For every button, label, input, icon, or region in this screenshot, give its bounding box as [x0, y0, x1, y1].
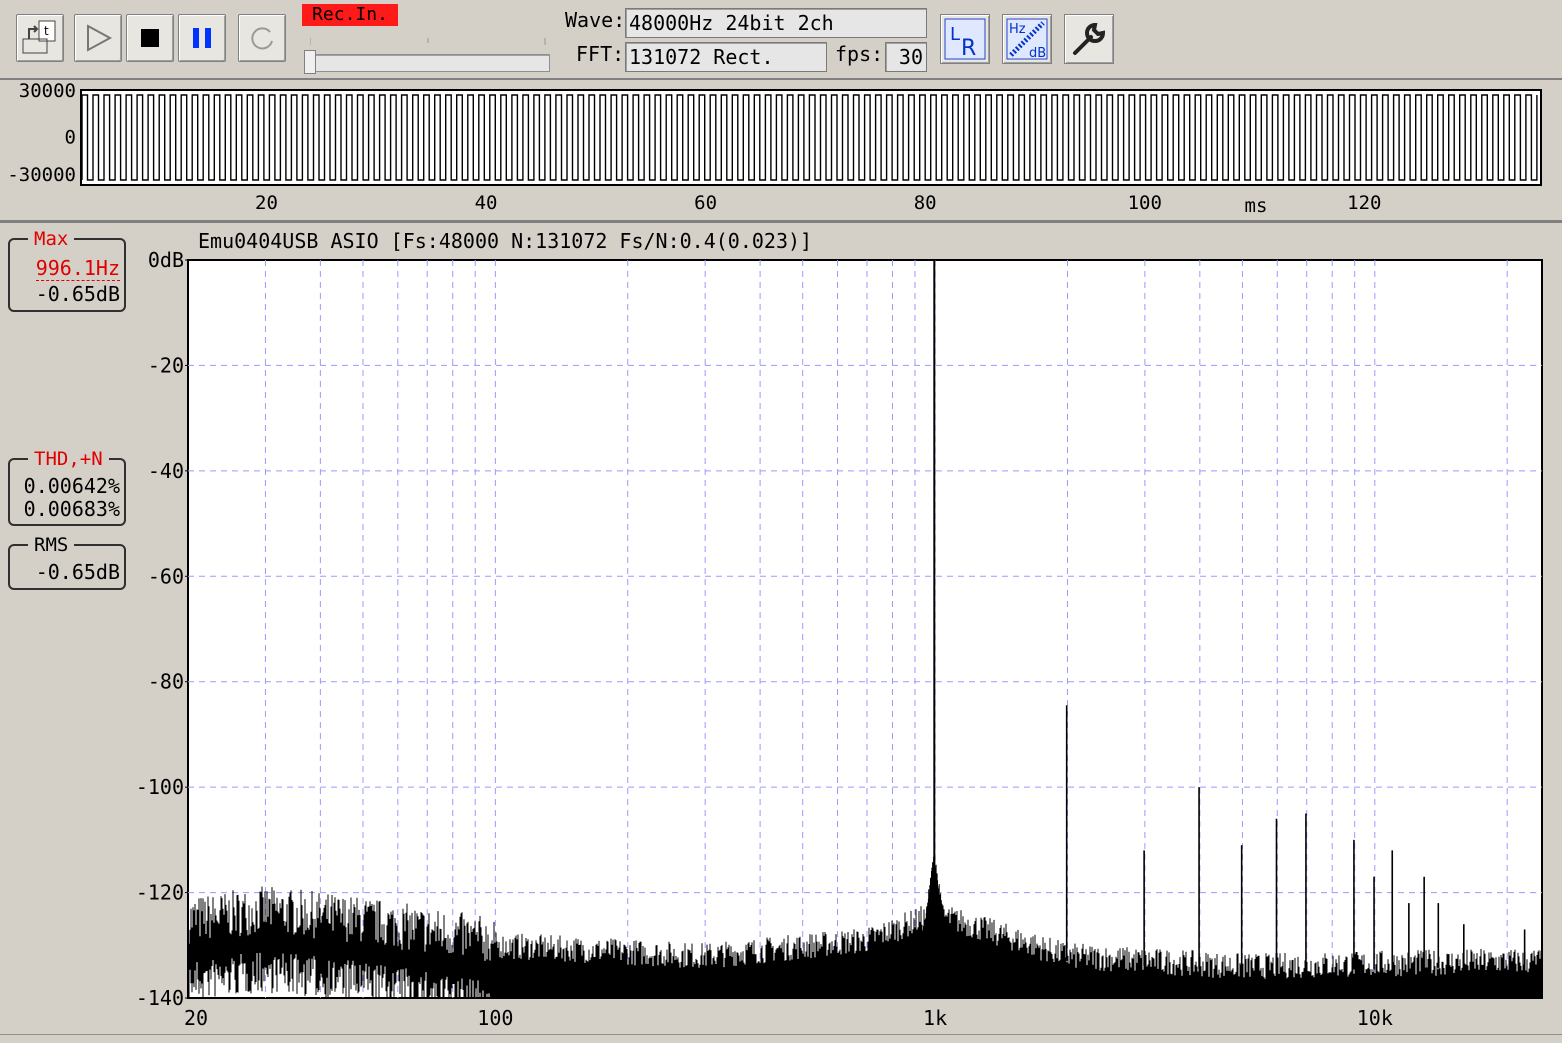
- spectrum-y-tick: -20: [148, 353, 184, 377]
- spectrum-y-tick: -120: [136, 881, 184, 905]
- spectrum-y-tick: -100: [136, 775, 184, 799]
- spectrum-y-tick: 0dB: [148, 248, 184, 272]
- spectrum-plot[interactable]: 0dB -20 -40 -60 -80 -100 -120 -140 20 100 1k 10k: [0, 0, 1562, 1042]
- spectrum-x-tick: 20: [184, 1006, 208, 1030]
- spectrum-x-tick: 10k: [1357, 1006, 1393, 1030]
- spectrum-x-tick: 1k: [923, 1006, 947, 1030]
- spectrum-x-tick: 100: [477, 1006, 513, 1030]
- spectrum-y-tick: -140: [136, 986, 184, 1010]
- spectrum-y-tick: -60: [148, 564, 184, 588]
- spectrum-frame: [187, 259, 1543, 999]
- spectrum-y-tick: -80: [148, 670, 184, 694]
- spectrum-y-tick: -40: [148, 459, 184, 483]
